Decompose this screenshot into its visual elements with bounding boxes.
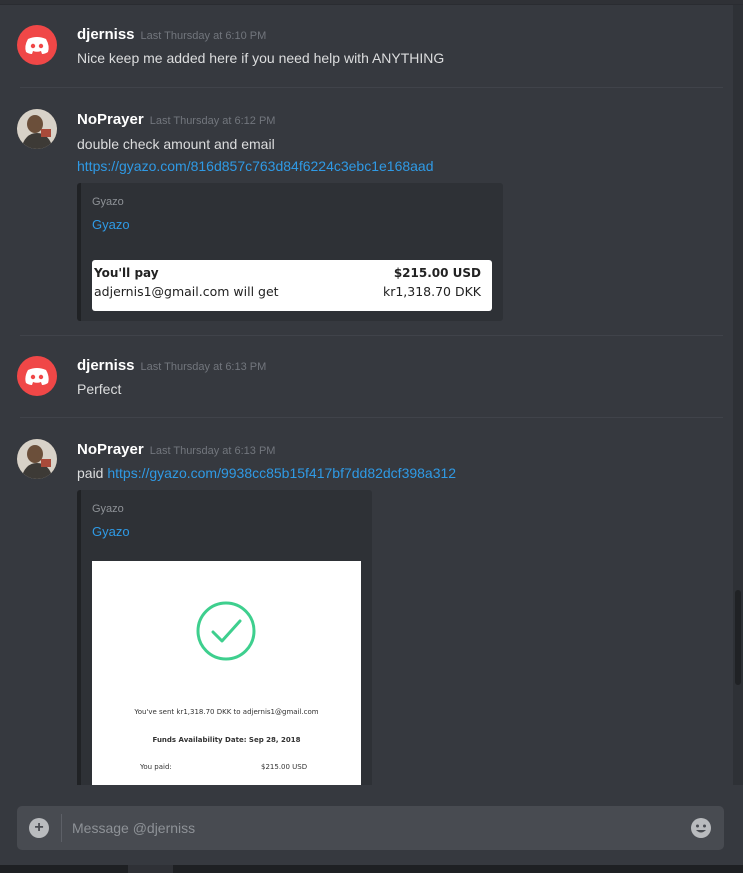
message-text: double check amount and email	[77, 136, 275, 152]
avatar[interactable]	[17, 356, 57, 396]
message-input[interactable]: Message @djerniss	[72, 820, 195, 836]
timestamp: Last Thursday at 6:12 PM	[149, 115, 276, 127]
username[interactable]: NoPrayer	[77, 111, 144, 128]
user-photo	[17, 109, 57, 149]
embed-provider: Gyazo	[92, 196, 124, 208]
recipient-value: kr1,318.70 DKK	[382, 284, 481, 299]
pay-label: You'll pay	[94, 266, 159, 280]
embed-provider: Gyazo	[92, 503, 124, 515]
message-group: NoPrayer Last Thursday at 6:13 PM paid ht…	[0, 418, 733, 785]
taskbar-strip	[0, 865, 743, 873]
message-list[interactable]: djerniss Last Thursday at 6:10 PM Nice ke…	[0, 5, 733, 785]
embed-image[interactable]: You've sent kr1,318.70 DKK to adjernis1@…	[92, 561, 361, 785]
paid-value: $215.00 USD	[261, 763, 308, 771]
link-embed: Gyazo Gyazo You'll pay $215.00 USD adjer…	[77, 183, 503, 321]
avatar[interactable]	[17, 25, 57, 65]
message-group: NoPrayer Last Thursday at 6:12 PM double …	[0, 88, 733, 336]
username[interactable]: djerniss	[77, 357, 135, 374]
avatar[interactable]	[17, 439, 57, 479]
embed-title[interactable]: Gyazo	[92, 524, 130, 539]
checkmark-circle-icon	[196, 601, 256, 661]
sent-confirmation-text: You've sent kr1,318.70 DKK to adjernis1@…	[134, 708, 319, 716]
message-prefix: paid	[77, 465, 104, 481]
message-text: Nice keep me added here if you need help…	[77, 50, 445, 66]
message-link-line: https://gyazo.com/816d857c763d84f6224c3e…	[77, 158, 434, 174]
message-link[interactable]: https://gyazo.com/9938cc85b15f417bf7dd82…	[107, 465, 456, 481]
user-photo	[17, 439, 57, 479]
embed-image[interactable]: You'll pay $215.00 USD adjernis1@gmail.c…	[92, 260, 492, 311]
paid-label: You paid:	[140, 763, 172, 771]
message-group: djerniss Last Thursday at 6:10 PM Nice ke…	[0, 5, 733, 88]
discord-logo-icon	[25, 368, 49, 385]
message-header: djerniss Last Thursday at 6:13 PM	[77, 357, 266, 374]
embed-title[interactable]: Gyazo	[92, 217, 130, 232]
taskbar-segment	[128, 865, 173, 873]
composer-divider	[61, 814, 62, 842]
message-link[interactable]: https://gyazo.com/816d857c763d84f6224c3e…	[77, 158, 434, 174]
message-header: djerniss Last Thursday at 6:10 PM	[77, 26, 266, 43]
pay-value: $215.00 USD	[393, 266, 481, 280]
message-text: Perfect	[77, 381, 122, 397]
username[interactable]: djerniss	[77, 26, 135, 43]
scrollbar-thumb[interactable]	[735, 590, 741, 685]
timestamp: Last Thursday at 6:13 PM	[140, 361, 267, 373]
recipient-label: adjernis1@gmail.com will get	[94, 284, 279, 299]
avatar[interactable]	[17, 109, 57, 149]
timestamp: Last Thursday at 6:10 PM	[140, 30, 267, 42]
discord-logo-icon	[25, 37, 49, 54]
message-header: NoPrayer Last Thursday at 6:13 PM	[77, 441, 275, 458]
message-header: NoPrayer Last Thursday at 6:12 PM	[77, 111, 275, 128]
link-embed: Gyazo Gyazo You've sent kr1,318.70 DKK t…	[77, 490, 372, 785]
message-group: djerniss Last Thursday at 6:13 PM Perfect	[0, 336, 733, 418]
username[interactable]: NoPrayer	[77, 441, 144, 458]
timestamp: Last Thursday at 6:13 PM	[149, 445, 276, 457]
emoji-icon[interactable]	[690, 817, 712, 839]
message-text: paid https://gyazo.com/9938cc85b15f417bf…	[77, 465, 456, 481]
scrollbar[interactable]	[733, 5, 743, 785]
message-composer: + Message @djerniss	[17, 806, 724, 850]
plus-icon[interactable]: +	[29, 818, 49, 838]
funds-availability-text: Funds Availability Date: Sep 28, 2018	[152, 736, 301, 744]
